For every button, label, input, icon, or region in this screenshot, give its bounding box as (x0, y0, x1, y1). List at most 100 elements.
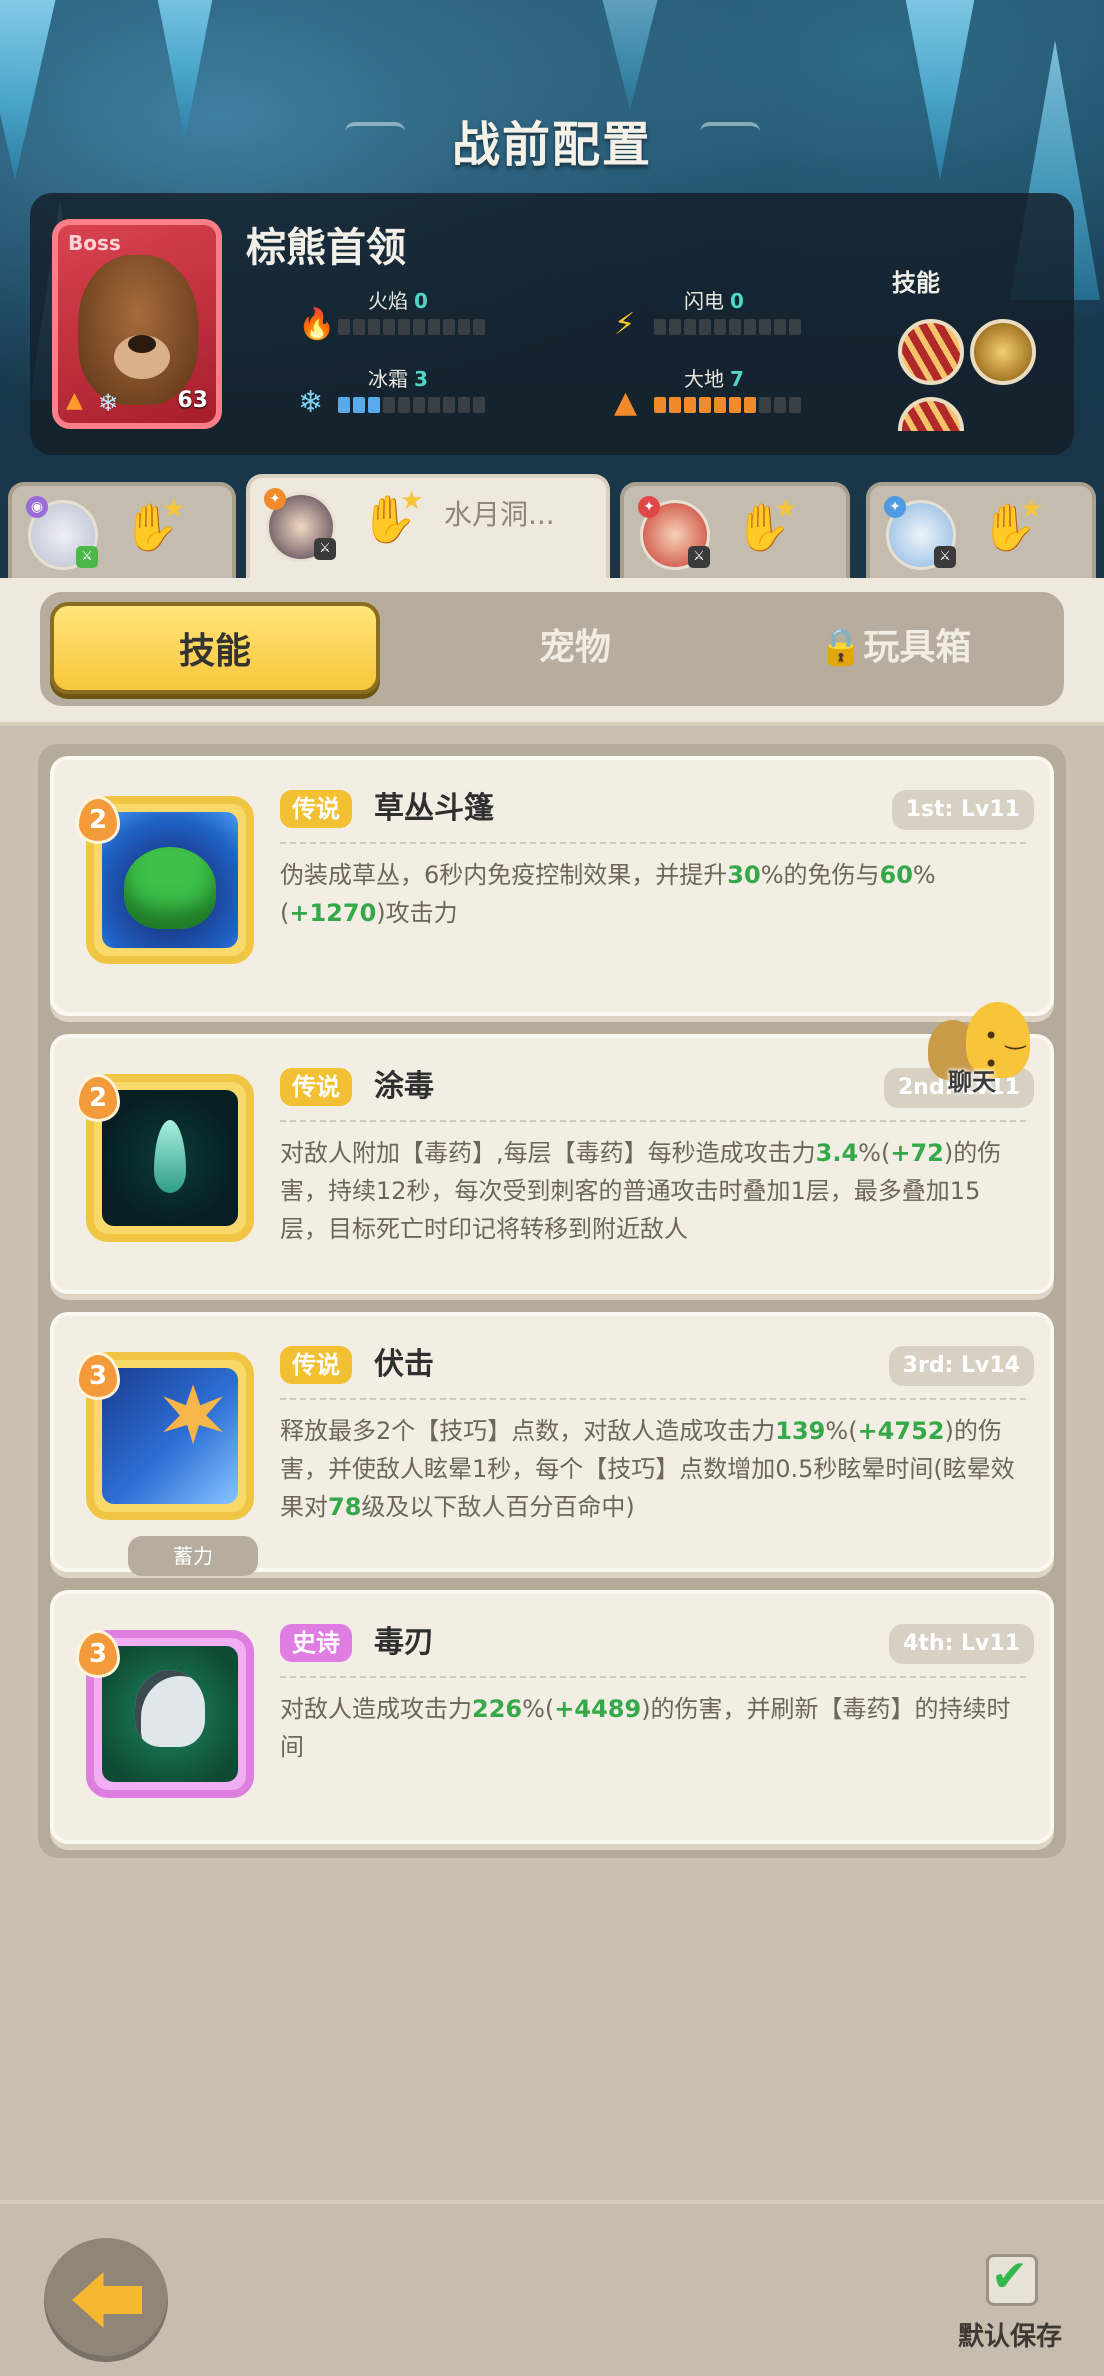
lightning-bar (654, 319, 801, 335)
skill-card[interactable]: 3 史诗 毒刃 4th: Lv11 对敌人造成攻击力226%(+4489)的伤害… (50, 1590, 1054, 1844)
frost-element-icon: ❄ (98, 389, 119, 417)
stat-bar-segment (428, 397, 440, 413)
slot-badge: 3rd: Lv14 (888, 1346, 1034, 1386)
stat-bar-segment (684, 319, 696, 335)
stat-bar-segment (699, 397, 711, 413)
bear-face-icon (78, 255, 198, 405)
charge-tag: 蓄力 (128, 1536, 258, 1576)
divider (280, 842, 1026, 844)
dark-element-icon: ◉ (26, 496, 48, 518)
boss-skill-claw-icon[interactable] (898, 397, 964, 431)
divider (280, 1120, 1026, 1122)
bush-cloak-icon (102, 812, 238, 948)
checkmark-icon: ✔ (991, 2251, 1028, 2302)
stat-bar-segment (729, 319, 741, 335)
rarity-badge: 史诗 (280, 1624, 352, 1662)
lightning-icon: ⚡ (614, 307, 636, 342)
tab-skills[interactable]: 技能 (50, 602, 380, 694)
stat-bar-segment (473, 397, 485, 413)
stat-value: 0 (730, 289, 744, 313)
ambush-strike-icon (102, 1368, 238, 1504)
skill-description: 对敌人造成攻击力226%(+4489)的伤害，并刷新【毒药】的持续时间 (280, 1695, 1011, 1761)
rarity-badge: 传说 (280, 1068, 352, 1106)
hero-tab-1[interactable]: ◉ ⚔ ✋ ★ (8, 482, 236, 578)
skill-name: 伏击 (374, 1347, 434, 1382)
stat-lightning: 闪电 0 ⚡ (614, 285, 844, 355)
back-arrow-icon (72, 2272, 142, 2328)
skill-card[interactable]: 2 传说 涂毒 2nd: Lv11 对敌人附加【毒药】,每层【毒药】每秒造成攻击… (50, 1034, 1054, 1294)
slot-badge: 4th: Lv11 (889, 1624, 1034, 1664)
stat-bar-segment (413, 397, 425, 413)
boss-skill-roar-icon[interactable] (970, 319, 1036, 385)
hero-tab-label: 水月洞... (444, 498, 555, 531)
boss-skill-claw-icon[interactable] (898, 319, 964, 385)
boss-tag: Boss (68, 231, 121, 255)
stat-bar-segment (353, 397, 365, 413)
earth-bar (654, 397, 801, 413)
stat-label: 闪电 (684, 289, 724, 313)
stat-bar-segment (759, 319, 771, 335)
stat-bar-segment (729, 397, 741, 413)
chat-label: 聊天 (948, 1068, 996, 1096)
poison-blade-skull-icon (102, 1646, 238, 1782)
poison-drop-icon (102, 1090, 238, 1226)
skill-name: 草丛斗篷 (374, 791, 494, 826)
stat-value: 0 (414, 289, 428, 313)
chat-button[interactable]: • ‿ • 聊天 (922, 996, 1042, 1096)
stat-label: 冰霜 (368, 367, 408, 391)
back-button[interactable] (44, 2238, 168, 2362)
boss-portrait[interactable]: Boss ▲ ❄ 63 (52, 219, 222, 429)
stat-bar-segment (458, 319, 470, 335)
skill-card[interactable]: 2 传说 草丛斗篷 1st: Lv11 伪装成草丛，6秒内免疫控制效果，并提升3… (50, 756, 1054, 1016)
hero-tab-4[interactable]: ✦ ⚔ ✋ ★ (866, 482, 1096, 578)
stat-bar-segment (398, 319, 410, 335)
boss-skills-label: 技能 (892, 269, 940, 297)
tab-pets[interactable]: 宠物 (410, 602, 740, 694)
stat-bar-segment (443, 319, 455, 335)
frost-icon: ❄ (298, 385, 324, 420)
skill-hand-icon: ✋ ★ (360, 486, 424, 546)
stat-bar-segment (684, 397, 696, 413)
skill-card[interactable]: 3 蓄力 传说 伏击 3rd: Lv14 释放最多2个【技巧】点数，对敌人造成攻… (50, 1312, 1054, 1576)
stat-fire: 火焰 0 🔥 (298, 285, 528, 355)
stat-bar-segment (428, 319, 440, 335)
fire-element-icon: ✦ (264, 488, 286, 510)
stat-bar-segment (353, 319, 365, 335)
skill-hand-icon: ✋ ★ (122, 494, 186, 554)
hero-weapon-badge-icon: ⚔ (688, 546, 710, 568)
stat-bar-segment (774, 319, 786, 335)
tab-toys-label: 玩具箱 (863, 627, 972, 668)
default-save-checkbox[interactable]: ✔ (986, 2251, 1038, 2306)
stat-bar-segment (368, 397, 380, 413)
hero-weapon-badge-icon: ⚔ (76, 546, 98, 568)
stat-bar-segment (458, 397, 470, 413)
stat-bar-segment (338, 319, 350, 335)
hero-tab-3[interactable]: ✦ ⚔ ✋ ★ (620, 482, 850, 578)
stat-label: 大地 (684, 367, 724, 391)
earth-icon: ▲ (614, 385, 638, 420)
rarity-badge: 传说 (280, 1346, 352, 1384)
slot-badge: 1st: Lv11 (891, 790, 1034, 830)
fire-icon: 🔥 (298, 307, 336, 342)
stat-bar-segment (383, 319, 395, 335)
stat-bar-segment (669, 397, 681, 413)
stat-bar-segment (759, 397, 771, 413)
stat-bar-segment (789, 319, 801, 335)
stat-bar-segment (789, 397, 801, 413)
tab-toys[interactable]: 🔒玩具箱 (730, 602, 1060, 694)
stat-bar-segment (654, 319, 666, 335)
divider (280, 1398, 1026, 1400)
stat-bar-segment (699, 319, 711, 335)
boss-level: 63 (177, 388, 208, 413)
stat-bar-segment (413, 319, 425, 335)
fire-bar (338, 319, 485, 335)
stat-value: 3 (414, 367, 428, 391)
stat-bar-segment (714, 397, 726, 413)
stat-bar-segment (744, 319, 756, 335)
stat-label: 火焰 (368, 289, 408, 313)
stat-bar-segment (368, 319, 380, 335)
skill-hand-icon: ✋ ★ (980, 494, 1044, 554)
hero-tab-2[interactable]: ✦ ⚔ ✋ ★ 水月洞... (246, 474, 610, 580)
rarity-badge: 传说 (280, 790, 352, 828)
fire-element-icon: ✦ (638, 496, 660, 518)
